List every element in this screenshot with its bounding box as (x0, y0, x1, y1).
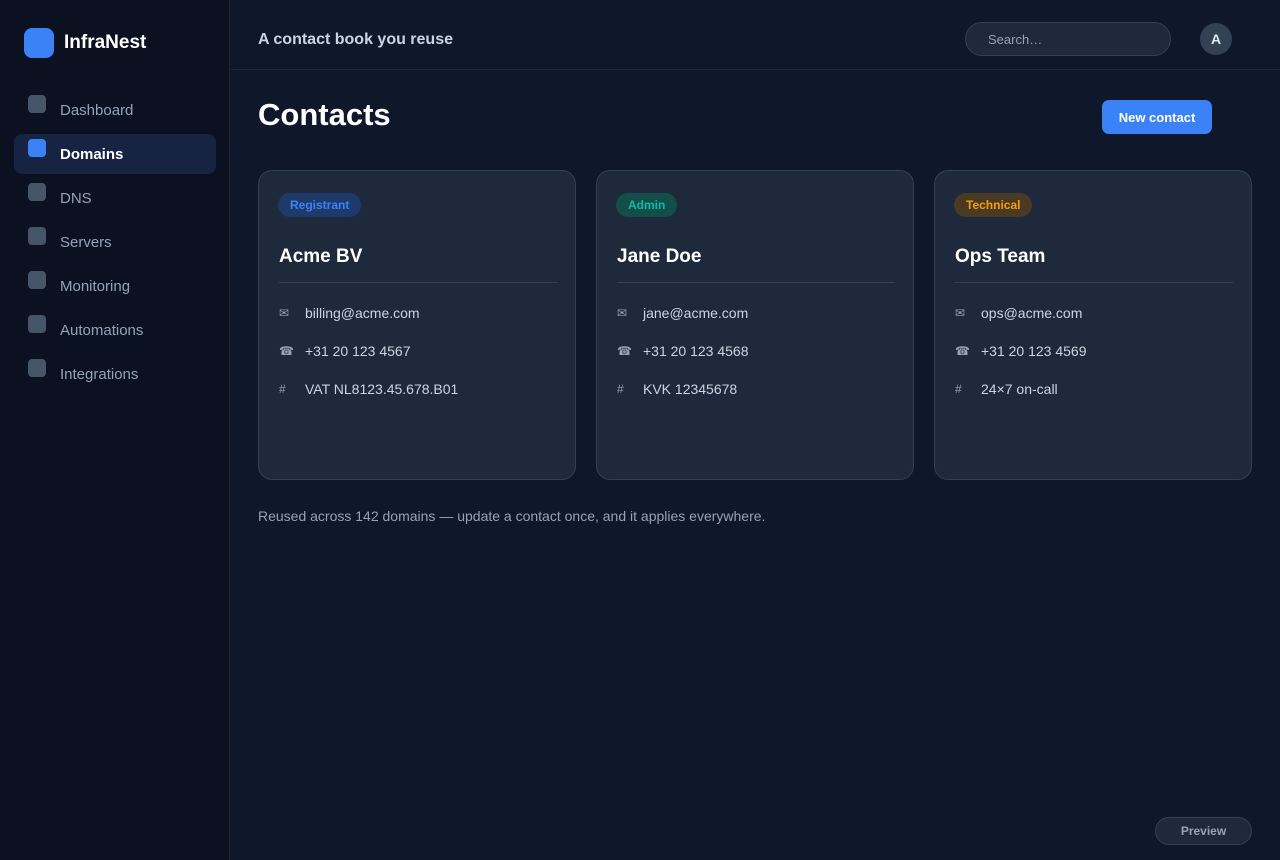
id-row: # 24×7 on-call (955, 381, 1058, 397)
sidebar: InfraNest Dashboard Domains DNS Servers … (0, 0, 230, 860)
sidebar-item-label: Domains (60, 145, 124, 163)
email-row: ✉ jane@acme.com (617, 305, 748, 321)
sidebar-item-integrations[interactable]: Integrations (14, 354, 216, 394)
role-badge: Registrant (278, 193, 362, 217)
contact-phone: +31 20 123 4568 (643, 343, 749, 359)
automations-icon (28, 315, 46, 333)
tagline: A contact book you reuse (258, 31, 453, 48)
contact-card-technical[interactable]: Technical Ops Team ✉ ops@acme.com ☎ +31 … (934, 170, 1252, 480)
logo-icon (24, 28, 54, 58)
contact-id: VAT NL8123.45.678.B01 (305, 381, 459, 397)
phone-icon: ☎ (955, 344, 970, 358)
contact-id: KVK 12345678 (643, 381, 738, 397)
sidebar-item-monitoring[interactable]: Monitoring (14, 266, 216, 306)
sidebar-item-label: Automations (60, 321, 144, 339)
hash-icon: # (279, 382, 286, 396)
contact-card-admin[interactable]: Admin Jane Doe ✉ jane@acme.com ☎ +31 20 … (596, 170, 914, 480)
new-contact-button[interactable]: New contact (1102, 100, 1212, 134)
contact-name: Jane Doe (617, 246, 702, 267)
email-row: ✉ billing@acme.com (279, 305, 420, 321)
phone-row: ☎ +31 20 123 4567 (279, 343, 411, 359)
servers-icon (28, 227, 46, 245)
phone-icon: ☎ (279, 344, 294, 358)
app-name: InfraNest (64, 32, 147, 53)
search-input[interactable] (965, 22, 1171, 56)
preview-button[interactable]: Preview (1155, 817, 1252, 845)
sidebar-item-automations[interactable]: Automations (14, 310, 216, 350)
contact-email: billing@acme.com (305, 305, 420, 321)
sidebar-item-label: Monitoring (60, 277, 131, 295)
sidebar-item-label: DNS (60, 189, 92, 207)
id-row: # KVK 12345678 (617, 381, 737, 397)
divider (617, 282, 895, 283)
mail-icon: ✉ (617, 306, 628, 320)
topbar: A contact book you reuse A (231, 0, 1280, 70)
monitoring-icon (28, 271, 46, 289)
email-row: ✉ ops@acme.com (955, 305, 1082, 321)
sidebar-nav: Dashboard Domains DNS Servers Monitoring… (14, 90, 216, 398)
hash-icon: # (955, 382, 962, 396)
sidebar-item-dns[interactable]: DNS (14, 178, 216, 218)
contact-name: Ops Team (955, 246, 1046, 267)
phone-row: ☎ +31 20 123 4569 (955, 343, 1087, 359)
dashboard-icon (28, 95, 46, 113)
phone-row: ☎ +31 20 123 4568 (617, 343, 749, 359)
sidebar-item-label: Dashboard (60, 101, 134, 119)
sidebar-item-label: Servers (60, 233, 112, 251)
role-badge: Admin (616, 193, 678, 217)
contact-id: 24×7 on-call (981, 381, 1058, 397)
sidebar-item-servers[interactable]: Servers (14, 222, 216, 262)
contact-phone: +31 20 123 4567 (305, 343, 411, 359)
reuse-footnote: Reused across 142 domains — update a con… (258, 508, 766, 524)
hash-icon: # (617, 382, 624, 396)
brand[interactable]: InfraNest (24, 28, 146, 58)
contact-email: jane@acme.com (643, 305, 749, 321)
role-badge: Technical (954, 193, 1033, 217)
contact-card-registrant[interactable]: Registrant Acme BV ✉ billing@acme.com ☎ … (258, 170, 576, 480)
mail-icon: ✉ (955, 306, 966, 320)
avatar[interactable]: A (1200, 23, 1232, 55)
page-title: Contacts (258, 97, 391, 132)
contact-email: ops@acme.com (981, 305, 1083, 321)
phone-icon: ☎ (617, 344, 632, 358)
divider (279, 282, 557, 283)
dns-icon (28, 183, 46, 201)
sidebar-item-label: Integrations (60, 365, 139, 383)
sidebar-item-domains[interactable]: Domains (14, 134, 216, 174)
integrations-icon (28, 359, 46, 377)
divider (955, 282, 1233, 283)
domains-icon (28, 139, 46, 157)
sidebar-item-dashboard[interactable]: Dashboard (14, 90, 216, 130)
contact-name: Acme BV (279, 246, 363, 267)
contact-phone: +31 20 123 4569 (981, 343, 1087, 359)
id-row: # VAT NL8123.45.678.B01 (279, 381, 458, 397)
mail-icon: ✉ (279, 306, 290, 320)
